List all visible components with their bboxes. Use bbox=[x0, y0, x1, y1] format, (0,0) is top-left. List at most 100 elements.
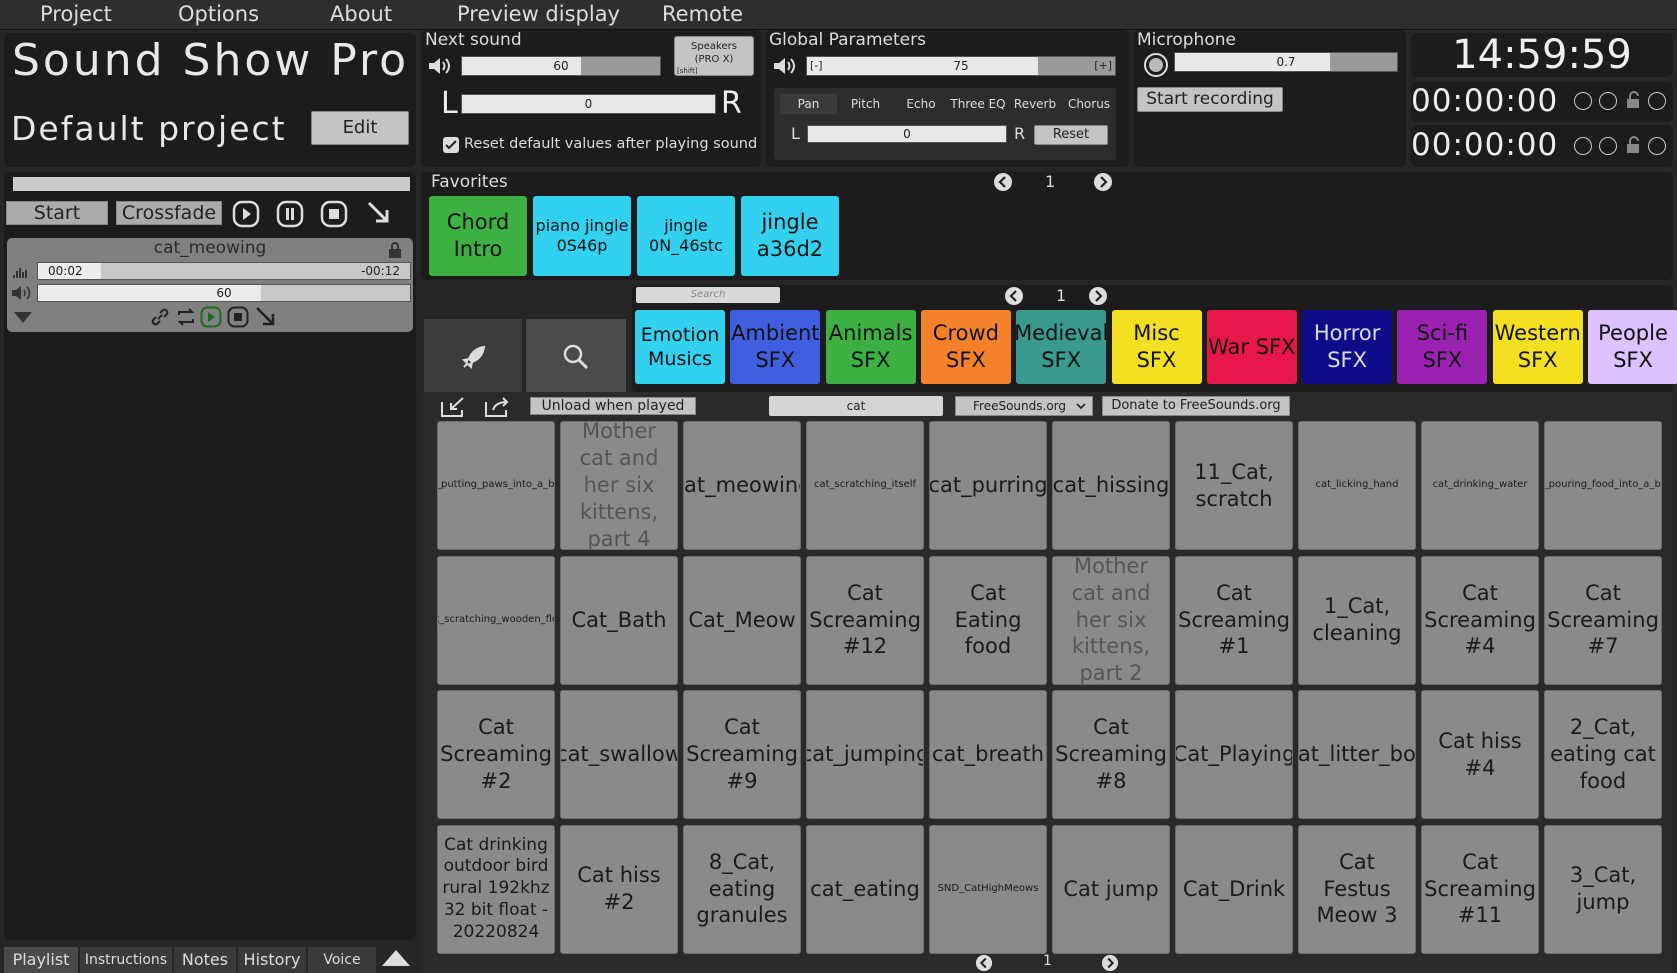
sound-tile[interactable]: cat_jumping bbox=[806, 690, 924, 819]
start-recording-button[interactable]: Start recording bbox=[1137, 87, 1283, 112]
reset-button[interactable]: Reset bbox=[1034, 125, 1108, 145]
sound-tile[interactable]: Cat Screaming #8 bbox=[1052, 690, 1170, 819]
menu-remote[interactable]: Remote bbox=[662, 2, 743, 26]
sound-tile[interactable]: cat_putting_paws_into_a_bowl bbox=[437, 421, 555, 550]
sound-tile[interactable]: 11_Cat, scratch bbox=[1175, 421, 1293, 550]
sound-tile[interactable]: SND_CatHighMeows bbox=[929, 824, 1047, 954]
tab-instructions[interactable]: Instructions bbox=[80, 947, 172, 973]
sound-tile[interactable]: Cat_Playing bbox=[1175, 690, 1293, 819]
timer1-lock-icon[interactable] bbox=[1624, 90, 1642, 110]
donate-button[interactable]: Donate to FreeSounds.org bbox=[1102, 396, 1290, 416]
timer1-reset-icon[interactable] bbox=[1599, 92, 1617, 110]
next-volume-slider[interactable]: 60 bbox=[461, 56, 661, 76]
menu-about[interactable]: About bbox=[330, 2, 392, 26]
sound-tile[interactable]: Cat Festus Meow 3 bbox=[1298, 824, 1416, 954]
category-tile[interactable]: Medieval SFX bbox=[1016, 310, 1107, 384]
sound-tile[interactable]: Cat Screaming #2 bbox=[437, 690, 555, 819]
speaker-icon[interactable] bbox=[427, 56, 453, 76]
sound-tile[interactable]: Cat Screaming #4 bbox=[1421, 555, 1539, 685]
output-device-button[interactable]: Speakers (PRO X) [shift] bbox=[674, 36, 754, 76]
menu-preview-display[interactable]: Preview display bbox=[457, 2, 620, 26]
category-tile[interactable]: Crowd SFX bbox=[920, 310, 1011, 384]
sound-tile[interactable]: cat_eating bbox=[806, 824, 924, 954]
tab-rocket[interactable] bbox=[424, 319, 522, 393]
global-volume-plus[interactable]: [+] bbox=[1094, 59, 1112, 72]
favorites-next-icon[interactable] bbox=[1093, 172, 1113, 192]
sound-tile[interactable]: Mother cat and her six kittens, part 4 bbox=[560, 421, 678, 550]
category-tile[interactable]: Sci-fi SFX bbox=[1397, 310, 1488, 384]
next-pan-slider[interactable]: 0 bbox=[461, 94, 716, 114]
timer2-play-icon[interactable] bbox=[1574, 137, 1592, 155]
category-tile[interactable]: War SFX bbox=[1206, 310, 1297, 384]
sound-tile[interactable]: Cat Screaming #11 bbox=[1421, 824, 1539, 954]
favorite-tile[interactable]: piano jingle 0S46p bbox=[533, 196, 631, 276]
sound-tile[interactable]: Cat Eating food bbox=[929, 555, 1047, 685]
sound-tile[interactable]: Cat hiss #4 bbox=[1421, 690, 1539, 819]
category-tile[interactable]: Western SFX bbox=[1492, 310, 1583, 384]
next-arrow-icon[interactable] bbox=[366, 200, 392, 226]
track-volume-icon[interactable] bbox=[11, 285, 33, 301]
sound-tile[interactable]: cat_scratching_wooden_floor bbox=[437, 555, 555, 685]
favorite-tile[interactable]: jingle a36d2 bbox=[741, 196, 839, 276]
sound-tile[interactable]: Cat jump bbox=[1052, 824, 1170, 954]
sound-tile[interactable]: Cat Screaming #7 bbox=[1544, 555, 1662, 685]
microphone-toggle[interactable] bbox=[1144, 53, 1168, 77]
timer2-lock-icon[interactable] bbox=[1624, 135, 1642, 155]
tab-playlist[interactable]: Playlist bbox=[4, 947, 78, 973]
expand-down-icon[interactable] bbox=[13, 310, 33, 324]
sound-tile[interactable]: cat_breath bbox=[929, 690, 1047, 819]
timer2-settings-icon[interactable] bbox=[1648, 137, 1666, 155]
timer1-play-icon[interactable] bbox=[1574, 92, 1592, 110]
browser-prev-icon[interactable] bbox=[975, 954, 993, 972]
sound-tile[interactable]: cat_hissing bbox=[1052, 421, 1170, 550]
stop-icon[interactable] bbox=[320, 200, 348, 228]
tab-history[interactable]: History bbox=[238, 947, 306, 973]
tab-pan[interactable]: Pan bbox=[780, 94, 837, 114]
sound-tile[interactable]: cat_scratching_itself bbox=[806, 421, 924, 550]
track-volume-slider[interactable]: 60 bbox=[37, 284, 411, 302]
category-tile[interactable]: Misc SFX bbox=[1111, 310, 1202, 384]
sound-tile[interactable]: cat_purring bbox=[929, 421, 1047, 550]
tab-notes[interactable]: Notes bbox=[174, 947, 236, 973]
global-pan-slider[interactable]: 0 bbox=[807, 125, 1007, 143]
edit-button[interactable]: Edit bbox=[311, 111, 409, 145]
sound-tile[interactable]: Cat hiss #2 bbox=[560, 824, 678, 954]
sound-tile[interactable]: cat_licking_hand bbox=[1298, 421, 1416, 550]
global-speaker-icon[interactable] bbox=[772, 56, 798, 76]
timer1-settings-icon[interactable] bbox=[1648, 92, 1666, 110]
tab-voice[interactable]: Voice bbox=[308, 947, 376, 973]
tabs-collapse-up-icon[interactable] bbox=[380, 948, 412, 968]
unload-when-played-toggle[interactable]: Unload when played bbox=[530, 397, 696, 415]
sound-tile[interactable]: Mother cat and her six kittens, part 2 bbox=[1052, 555, 1170, 685]
sound-tile[interactable]: cat_drinking_water bbox=[1421, 421, 1539, 550]
favorite-tile[interactable]: Chord Intro bbox=[429, 196, 527, 276]
timer2-reset-icon[interactable] bbox=[1599, 137, 1617, 155]
browser-next-icon[interactable] bbox=[1101, 954, 1119, 972]
menu-project[interactable]: Project bbox=[40, 2, 112, 26]
menu-options[interactable]: Options bbox=[178, 2, 259, 26]
link-icon[interactable] bbox=[149, 306, 171, 328]
category-tile[interactable]: Horror SFX bbox=[1302, 310, 1393, 384]
microphone-level-slider[interactable]: 0.7 bbox=[1174, 52, 1398, 72]
reset-checkbox[interactable] bbox=[443, 137, 459, 153]
tab-search[interactable] bbox=[526, 319, 626, 393]
sound-tile[interactable]: cat_swallow bbox=[560, 690, 678, 819]
global-volume-slider[interactable]: [-] 75 [+] bbox=[806, 56, 1116, 76]
category-tile[interactable]: People SFX bbox=[1588, 310, 1677, 384]
categories-prev-icon[interactable] bbox=[1004, 286, 1024, 306]
import-icon[interactable] bbox=[439, 396, 467, 418]
category-tile[interactable]: Ambient SFX bbox=[730, 310, 821, 384]
tab-pitch[interactable]: Pitch bbox=[837, 94, 894, 114]
track-play-icon[interactable] bbox=[200, 306, 222, 328]
track-lock-icon[interactable] bbox=[387, 240, 403, 260]
sound-tile[interactable]: Cat_Bath bbox=[560, 555, 678, 685]
category-tile[interactable]: Animals SFX bbox=[825, 310, 916, 384]
playlist-track[interactable]: cat_meowing 00:02 -00:12 60 bbox=[7, 238, 413, 332]
sound-tile[interactable]: 3_Cat, jump bbox=[1544, 824, 1662, 954]
sound-tile[interactable]: 1_Cat, cleaning bbox=[1298, 555, 1416, 685]
tab-three-eq[interactable]: Three EQ bbox=[948, 94, 1008, 114]
track-progress-slider[interactable]: 00:02 -00:12 bbox=[37, 262, 411, 280]
sound-tile[interactable]: cat_litter_box bbox=[1298, 690, 1416, 819]
track-stop-icon[interactable] bbox=[227, 306, 249, 328]
export-icon[interactable] bbox=[483, 396, 511, 418]
